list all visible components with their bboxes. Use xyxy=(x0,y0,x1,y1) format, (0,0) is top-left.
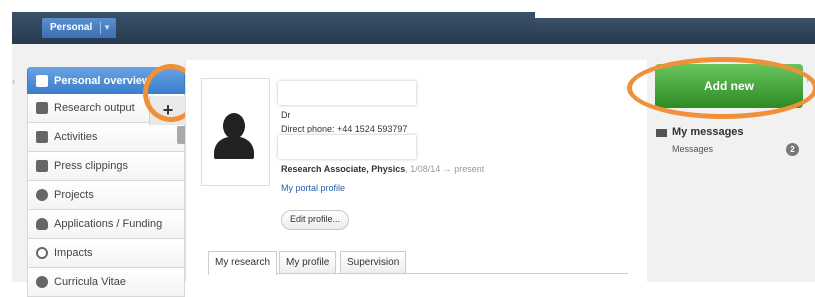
sidebar-item-label: Applications / Funding xyxy=(54,218,163,230)
avatar xyxy=(201,78,270,186)
highlight-ring-add-new xyxy=(627,57,815,119)
avatar-head xyxy=(223,113,245,139)
sidebar-item-label: Press clippings xyxy=(54,160,128,172)
role-title: Research Associate, Physics xyxy=(281,164,406,174)
chevron-down-icon[interactable]: ▼ xyxy=(103,18,111,38)
sidebar-item-curricula-vitae[interactable]: Curricula Vitae xyxy=(27,268,185,297)
sidebar-item-impacts[interactable]: Impacts xyxy=(27,239,185,268)
profile-role: Research Associate, Physics, 1/08/14 → p… xyxy=(281,164,484,174)
sidebar-item-label: Research output xyxy=(54,102,135,114)
sidebar-item-applications-funding[interactable]: Applications / Funding xyxy=(27,210,185,239)
top-bar-right xyxy=(535,18,815,44)
globe-icon xyxy=(36,276,48,288)
redaction-box-name xyxy=(278,81,416,105)
messages-count-badge: 2 xyxy=(786,143,799,156)
redaction-box-email xyxy=(278,135,416,159)
tab-personal[interactable]: Personal ▼ xyxy=(42,18,116,38)
tab-personal-label: Personal xyxy=(50,22,93,33)
tab-supervision[interactable]: Supervision xyxy=(340,251,407,273)
sidebar-item-activities[interactable]: Activities xyxy=(27,123,185,152)
sidebar-item-label: Curricula Vitae xyxy=(54,276,126,288)
top-bar-left: Personal ▼ xyxy=(12,12,535,44)
sidebar-item-label: Impacts xyxy=(54,247,93,259)
briefcase-icon xyxy=(36,131,48,143)
edit-profile-button[interactable]: Edit profile... xyxy=(281,210,350,230)
moneybag-icon xyxy=(36,218,48,230)
sidebar-item-projects[interactable]: Projects xyxy=(27,181,185,210)
book-icon xyxy=(36,102,48,114)
sidebar-item-label: Activities xyxy=(54,131,98,143)
profile-title: Dr xyxy=(281,110,291,120)
target-icon xyxy=(36,247,48,259)
profile-phone: Direct phone: +44 1524 593797 xyxy=(281,124,408,133)
avatar-body xyxy=(214,137,254,159)
newspaper-icon xyxy=(36,160,48,172)
role-dates: , 1/08/14 → present xyxy=(405,164,485,174)
tab-my-profile[interactable]: My profile xyxy=(279,251,337,273)
person-icon xyxy=(36,75,48,87)
collapse-left-icon[interactable]: ‹ xyxy=(12,76,15,86)
tab-my-research[interactable]: My research xyxy=(208,251,278,275)
portal-profile-link[interactable]: My portal profile xyxy=(281,183,345,193)
sidebar-item-label: Projects xyxy=(54,189,94,201)
messages-title: My messages xyxy=(672,126,744,138)
profile-tabs: My research My profile Supervision xyxy=(208,250,628,275)
tab-separator xyxy=(100,22,101,34)
top-bar: Personal ▼ xyxy=(0,12,815,44)
envelope-icon xyxy=(656,129,667,137)
sidebar-item-press-clippings[interactable]: Press clippings xyxy=(27,152,185,181)
sidebar-item-label: Personal overview xyxy=(54,75,151,87)
messages-link[interactable]: Messages xyxy=(672,144,713,154)
gear-icon xyxy=(36,189,48,201)
